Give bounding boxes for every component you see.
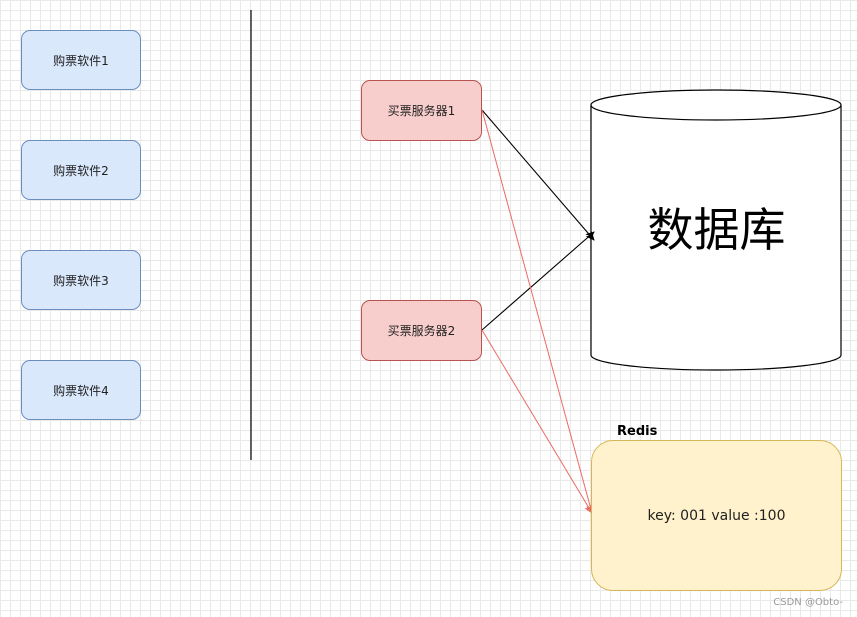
server-node-1[interactable]: 买票服务器1 (361, 80, 482, 141)
client-node-1[interactable]: 购票软件1 (21, 30, 141, 90)
server-node-2[interactable]: 买票服务器2 (361, 300, 482, 361)
client-node-4[interactable]: 购票软件4 (21, 360, 141, 420)
client-label: 购票软件1 (53, 53, 109, 68)
redis-node[interactable]: key: 001 value :100 (591, 440, 842, 591)
client-label: 购票软件3 (53, 273, 109, 288)
edge-server1-to-redis (481, 109, 594, 514)
database-label: 数据库 (647, 203, 786, 257)
server-label: 买票服务器2 (387, 324, 456, 338)
watermark: CSDN @Obto- (773, 597, 843, 608)
edge-server1-to-db (481, 109, 595, 241)
server-label: 买票服务器1 (387, 104, 456, 118)
client-label: 购票软件4 (53, 383, 109, 398)
client-node-2[interactable]: 购票软件2 (21, 140, 141, 200)
client-label: 购票软件2 (53, 163, 109, 178)
redis-content: key: 001 value :100 (647, 507, 786, 524)
redis-title: Redis (617, 424, 658, 439)
edge-server2-to-redis (481, 329, 593, 514)
client-node-3[interactable]: 购票软件3 (21, 250, 141, 310)
